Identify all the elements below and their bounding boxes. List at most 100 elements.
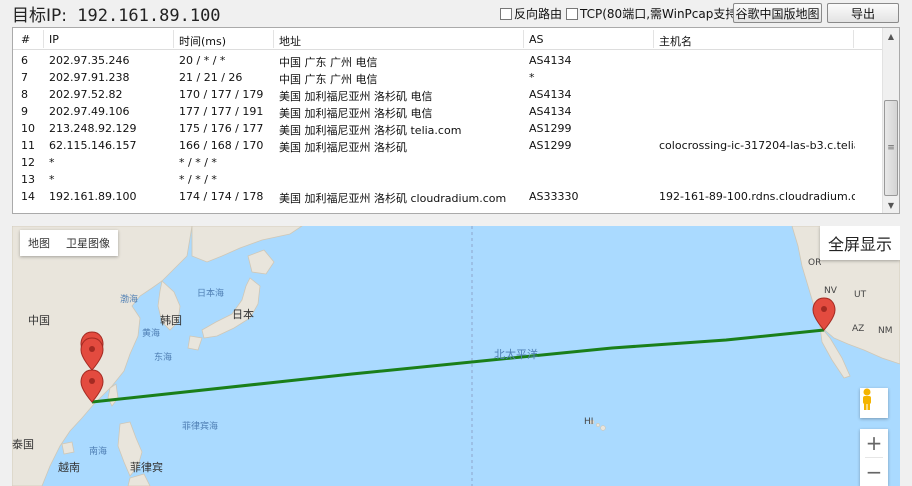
table-cell: 192.161.89.100	[49, 190, 137, 203]
table-cell: 11	[21, 139, 35, 152]
table-cell: 20 / * / *	[179, 54, 226, 67]
table-cell: AS1299	[529, 139, 572, 152]
table-row[interactable]: 11 62.115.146.157 166 / 168 / 170 美国 加利福尼亚州…	[13, 137, 883, 154]
map-label-south-china-sea: 南海	[89, 447, 108, 457]
russia-land	[191, 226, 303, 263]
map-label-east-china-sea: 东海	[154, 353, 173, 363]
map-label-az: AZ	[852, 324, 865, 334]
checkbox-box[interactable]	[566, 7, 578, 20]
map-label-china: 中国	[28, 314, 50, 327]
table-cell: 12	[21, 156, 35, 169]
col-header-as[interactable]: AS	[529, 33, 544, 46]
map-label-sea-of-japan: 日本海	[197, 289, 225, 299]
table-cell: 202.97.52.82	[49, 88, 123, 101]
table-cell: 美国 加利福尼亚州 洛杉矶	[279, 141, 407, 154]
table-cell: * / * / *	[179, 156, 217, 169]
table-cell: 美国 加利福尼亚州 洛杉矶 电信	[279, 90, 433, 103]
japan-hokkaido	[247, 249, 275, 275]
table-row[interactable]: 7 202.97.91.238 21 / 21 / 26 中国 广东 广州 电信 *	[13, 69, 883, 86]
table-row[interactable]: 14 192.161.89.100 174 / 174 / 178 美国 加利福尼亚州…	[13, 188, 883, 205]
zoom-control: + −	[860, 429, 888, 486]
table-row[interactable]: 13 * * / * / *	[13, 171, 883, 188]
google-china-map-button[interactable]: 谷歌中国版地图	[733, 3, 822, 23]
reverse-route-checkbox[interactable]: 反向路由	[500, 5, 562, 22]
map-label-vietnam: 越南	[58, 461, 80, 474]
table-cell: AS1299	[529, 122, 572, 135]
table-cell: 62.115.146.157	[49, 139, 137, 152]
map-label-thailand: 泰国	[12, 438, 34, 451]
map-label-philippines: 菲律宾	[130, 461, 163, 474]
col-header-ip[interactable]: IP	[49, 33, 59, 46]
table-cell: 7	[21, 71, 28, 84]
col-header-index[interactable]: #	[21, 33, 30, 46]
table-row[interactable]: 9 202.97.49.106 177 / 177 / 191 美国 加利福尼亚州 洛…	[13, 103, 883, 120]
hainan-land	[61, 441, 75, 455]
table-cell: 美国 加利福尼亚州 洛杉矶 电信	[279, 107, 433, 120]
target-ip-caption: 目标IP:	[12, 6, 67, 26]
table-cell: 美国 加利福尼亚州 洛杉矶 telia.com	[279, 124, 462, 137]
table-header: # IP 时间(ms) 地址 AS 主机名	[13, 28, 883, 50]
table-cell: 166 / 168 / 170	[179, 139, 264, 152]
table-cell: 中国 广东 广州 电信	[279, 73, 378, 86]
table-cell: 174 / 174 / 178	[179, 190, 264, 203]
table-cell: 170 / 177 / 179	[179, 88, 264, 101]
table-cell: 10	[21, 122, 35, 135]
map-label-japan: 日本	[232, 308, 254, 321]
tcp-checkbox[interactable]: TCP(80端口,需WinPcap支持)	[566, 5, 742, 22]
table-cell: 202.97.91.238	[49, 71, 130, 84]
zoom-in-button[interactable]: +	[860, 429, 888, 457]
table-cell: AS4134	[529, 88, 572, 101]
route-map[interactable]: 中国 韩国 日本 日本海 渤海 黄海 东海 南海 菲律宾海 北太平洋 泰国 越南…	[12, 226, 900, 486]
table-cell: 13	[21, 173, 35, 186]
col-header-time[interactable]: 时间(ms)	[179, 33, 226, 49]
table-cell: 175 / 176 / 177	[179, 122, 264, 135]
map-type-map-button[interactable]: 地图	[20, 235, 58, 251]
table-cell: 202.97.35.246	[49, 54, 130, 67]
map-label-yellow-sea: 黄海	[142, 329, 161, 339]
table-cell: 6	[21, 54, 28, 67]
table-cell: * / * / *	[179, 173, 217, 186]
table-cell: 14	[21, 190, 35, 203]
table-row[interactable]: 10 213.248.92.129 175 / 176 / 177 美国 加利福尼亚州…	[13, 120, 883, 137]
target-ip-label: 目标IP: 192.161.89.100	[12, 1, 221, 26]
table-cell: *	[529, 71, 535, 84]
reverse-route-label: 反向路由	[514, 7, 563, 21]
map-canvas[interactable]	[12, 226, 900, 486]
table-cell: 202.97.49.106	[49, 105, 130, 118]
table-cell: AS4134	[529, 54, 572, 67]
scroll-down-arrow-icon[interactable]: ▼	[883, 197, 899, 213]
japan-kyushu	[187, 335, 203, 351]
table-row[interactable]: 12 * * / * / *	[13, 154, 883, 171]
table-cell: colocrossing-ic-317204-las-b3.c.telia...	[659, 139, 855, 152]
table-cell: 177 / 177 / 191	[179, 105, 264, 118]
zoom-out-button[interactable]: −	[860, 458, 888, 486]
col-header-address[interactable]: 地址	[279, 33, 301, 49]
route-line	[91, 328, 825, 404]
top-bar: 目标IP: 192.161.89.100 反向路由 TCP(80端口,需WinP…	[0, 0, 912, 26]
table-scrollbar[interactable]: ▲ ≡ ▼	[882, 28, 899, 213]
scroll-thumb[interactable]: ≡	[884, 100, 898, 196]
table-cell: *	[49, 173, 55, 186]
table-row[interactable]: 6 202.97.35.246 20 / * / * 中国 广东 广州 电信 AS413…	[13, 52, 883, 69]
table-cell: AS4134	[529, 105, 572, 118]
target-ip-value: 192.161.89.100	[77, 6, 221, 26]
table-cell: 192-161-89-100.rdns.cloudradium.com	[659, 190, 855, 203]
scroll-up-arrow-icon[interactable]: ▲	[883, 28, 899, 44]
table-cell: *	[49, 156, 55, 169]
col-header-hostname[interactable]: 主机名	[659, 33, 692, 49]
table-cell: 9	[21, 105, 28, 118]
route-table: # IP 时间(ms) 地址 AS 主机名 6 202.97.35.246 20 /…	[12, 27, 900, 214]
table-row[interactable]: 8 202.97.52.82 170 / 177 / 179 美国 加利福尼亚州 洛杉…	[13, 86, 883, 103]
export-button[interactable]: 导出	[827, 3, 899, 23]
table-cell: AS33330	[529, 190, 579, 203]
street-view-pegman-icon[interactable]	[860, 388, 888, 418]
table-cell: 213.248.92.129	[49, 122, 137, 135]
map-type-satellite-button[interactable]: 卫星图像	[58, 235, 118, 251]
map-label-north-pacific: 北太平洋	[494, 348, 538, 361]
checkbox-box[interactable]	[500, 7, 512, 20]
table-cell: 中国 广东 广州 电信	[279, 56, 378, 69]
fullscreen-button[interactable]: 全屏显示	[819, 226, 900, 260]
map-label-ut: UT	[854, 290, 867, 300]
map-label-nm: NM	[878, 326, 893, 336]
map-label-korea: 韩国	[160, 314, 182, 327]
